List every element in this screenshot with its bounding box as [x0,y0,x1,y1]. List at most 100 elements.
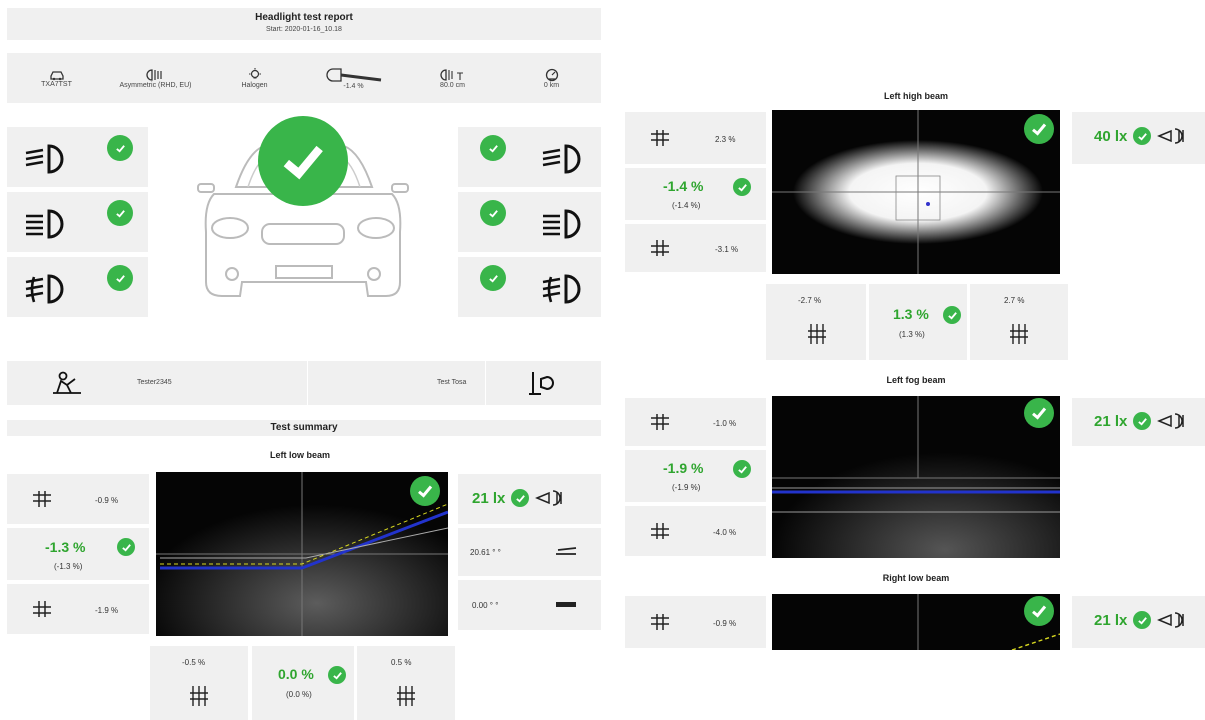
light-intensity-icon [1157,413,1185,429]
light-intensity-icon [1157,128,1185,144]
left-low-bottom-left: -0.5 % [150,646,248,720]
upper-limit-icon [651,414,669,430]
right-low-beam-check-icon [1024,596,1054,626]
left-low-main: -1.3 % (-1.3 %) [7,528,149,580]
upper-limit-icon [33,491,51,507]
left-fog-main: -1.9 % (-1.9 %) [625,450,766,502]
left-fog-main-check-icon [733,460,751,478]
left-low-main-check-icon [117,538,135,556]
left-low-lux-value: 21 lx [472,489,506,507]
lamp-right-fog-check-icon [480,265,506,291]
test-station-name: Test Tosa [437,379,467,386]
tester-icon [53,371,81,394]
left-low-bottom-right: 0.5 % [357,646,455,720]
left-fog-lux: 21 lx [1072,398,1205,446]
angle-icon [556,547,577,555]
car-icon [49,70,64,80]
left-low-lux: 21 lx [458,474,601,524]
tester-name: Tester2345 [137,379,172,386]
left-low-upper: -0.9 % [7,474,149,524]
left-high-bottom-right: 2.7 % [970,284,1068,360]
left-fog-beam-check-icon [1024,398,1054,428]
vehicle-info-plate: TXA7TST [7,53,106,103]
lamp-left-fog-check-icon [107,265,133,291]
left-high-beam-title: Left high beam [883,91,948,101]
operator-divider [485,361,486,405]
left-low-tilt: 0.00 ° ° [458,580,601,630]
light-intensity-icon [535,490,563,506]
vehicle-info-odometer: 0 km [502,53,601,103]
bulb-icon [248,67,261,79]
left-low-lower: -1.9 % [7,584,149,634]
light-intensity-icon [1157,612,1185,628]
overall-pass-check-icon [258,116,348,206]
lamp-right-high [458,192,601,252]
lower-limit-icon [651,523,669,539]
vehicle-info-bulb: Halogen [205,53,304,103]
right-low-upper: -0.9 % [625,596,766,648]
left-low-beam-check-icon [410,476,440,506]
lamp-right-fog [458,257,601,317]
left-fog-lux-check-icon [1133,412,1152,430]
lamp-left-high [7,192,148,252]
left-high-main-check-icon [733,178,751,196]
left-high-lux-check-icon [1133,127,1152,145]
left-low-beam-image [156,472,448,636]
report-header: Headlight test report Start: 2020-01-16_… [7,8,601,40]
lamp-left-low-check-icon [107,135,133,161]
inclination-icon [325,67,381,82]
fog-light-icon [542,274,581,304]
right-low-beam-title: Right low beam [882,573,950,583]
vehicle-info-inclination: -1.4 % [304,53,403,103]
vehicle-info-height: 80.0 cm [403,53,502,103]
left-high-bottom-check-icon [943,306,961,324]
lamp-left-low [7,127,148,187]
left-high-lower: -3.1 % [625,224,766,272]
left-high-lux-value: 40 lx [1094,127,1128,145]
low-beam-icon [542,144,581,174]
high-beam-icon [543,209,581,239]
lamp-right-low-check-icon [480,135,506,161]
left-low-beam-title: Left low beam [269,450,330,460]
left-fog-lux-value: 21 lx [1094,412,1128,430]
right-low-lux: 21 lx [1072,596,1205,648]
left-high-beam-check-icon [1024,114,1054,144]
fog-light-icon [25,274,64,304]
station-icon [529,372,554,395]
left-fog-beam-title: Left fog beam [886,375,946,385]
left-high-main: -1.4 % (-1.4 %) [625,168,766,220]
operator-divider [307,361,308,405]
left-limit-icon [190,686,208,706]
upper-limit-icon [651,130,669,146]
lamp-right-low [458,127,601,187]
right-low-beam-image [772,594,1060,650]
lamp-right-high-check-icon [480,200,506,226]
tilt-icon [556,602,576,607]
lower-limit-icon [33,601,51,617]
test-summary-title: Test summary [7,420,601,436]
left-limit-icon [808,324,826,344]
headlight-type-icon [145,68,162,81]
left-low-lux-check-icon [511,489,530,507]
left-low-bottom-check-icon [328,666,346,684]
left-fog-upper: -1.0 % [625,398,766,446]
high-beam-icon [26,209,64,239]
left-high-lux: 40 lx [1072,112,1205,164]
right-limit-icon [397,686,415,706]
left-high-beam-image [772,110,1060,274]
odometer-icon [545,68,558,81]
lower-limit-icon [651,240,669,256]
left-high-upper: 2.3 % [625,112,766,164]
headlight-height-icon [439,68,463,81]
vehicle-info-headlight: Asymmetric (RHD, EU) [106,53,205,103]
left-high-bottom-main: 1.3 % (1.3 %) [869,284,967,360]
right-limit-icon [1010,324,1028,344]
left-low-angle: 20.61 ° ° [458,528,601,576]
left-low-bottom-main: 0.0 % (0.0 %) [252,646,354,720]
report-start: Start: 2020-01-16_10.18 [266,26,342,33]
right-low-lux-value: 21 lx [1094,611,1128,629]
vehicle-info-bar: TXA7TST Asymmetric (RHD, EU) Halogen -1.… [7,53,601,103]
left-high-bottom-left: -2.7 % [766,284,866,360]
left-fog-lower: -4.0 % [625,506,766,556]
operator-bar: Tester2345 Test Tosa [7,361,601,405]
